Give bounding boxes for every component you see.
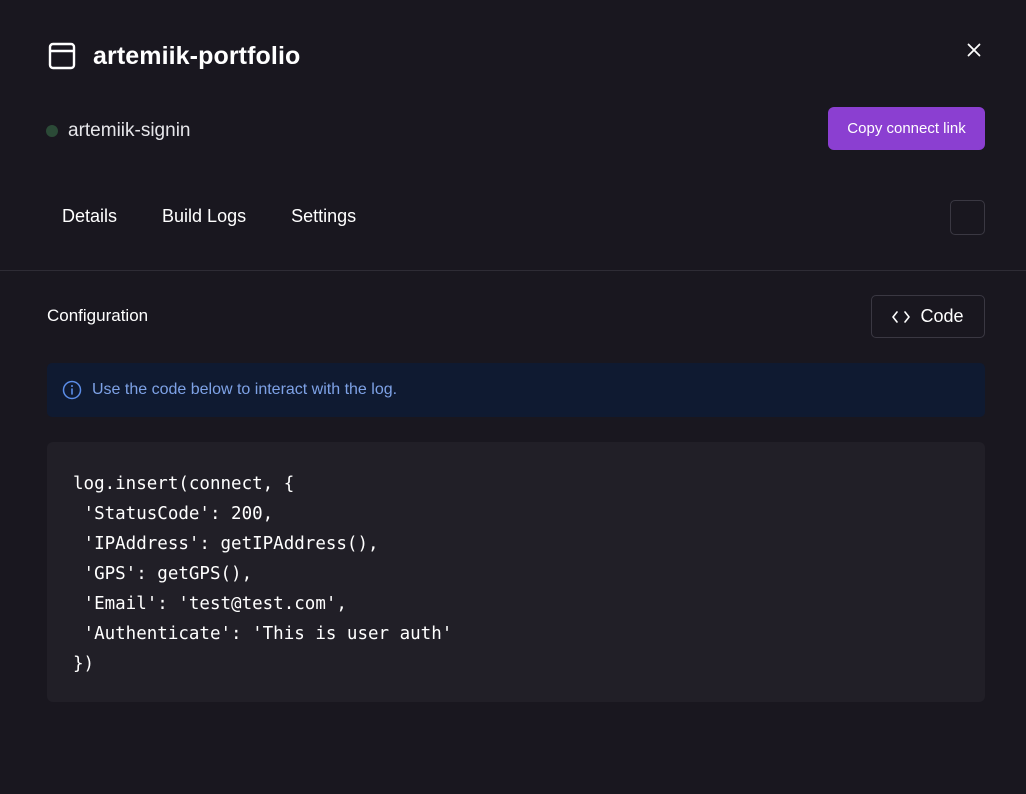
- info-text: Use the code below to interact with the …: [92, 381, 398, 398]
- code-line: }): [73, 654, 95, 674]
- code-line: 'GPS': getGPS(),: [73, 564, 253, 584]
- tab-build-logs[interactable]: Build Logs: [162, 206, 246, 227]
- divider: [0, 270, 1026, 271]
- copy-connect-link-button[interactable]: Copy connect link: [828, 107, 985, 150]
- code-line: 'Email': 'test@test.com',: [73, 594, 347, 614]
- code-view-button[interactable]: Code: [871, 295, 985, 338]
- section-title: Configuration: [47, 306, 149, 325]
- code-icon: [892, 310, 911, 323]
- info-icon: [62, 380, 82, 400]
- window-icon: [48, 41, 76, 71]
- close-icon: [967, 43, 981, 57]
- close-button[interactable]: [962, 38, 986, 62]
- tab-details[interactable]: Details: [62, 206, 117, 227]
- tab-bar: Details Build Logs Settings: [62, 206, 356, 227]
- code-line: 'Authenticate': 'This is user auth': [73, 624, 453, 644]
- panel-header: artemiik-portfolio: [48, 41, 300, 71]
- code-line: log.insert(connect, {: [73, 474, 295, 494]
- status-indicator: [46, 125, 58, 137]
- status-label: artemiik-signin: [68, 120, 191, 141]
- code-block: log.insert(connect, { 'StatusCode': 200,…: [47, 442, 985, 702]
- options-button[interactable]: [950, 200, 985, 235]
- page-title: artemiik-portfolio: [93, 41, 301, 70]
- code-line: 'IPAddress': getIPAddress(),: [73, 534, 379, 554]
- details-panel: artemiik-portfolio artemiik-signin Copy …: [0, 0, 1026, 794]
- code-line: 'StatusCode': 200,: [73, 504, 274, 524]
- code-button-label: Code: [920, 306, 964, 326]
- tab-settings[interactable]: Settings: [291, 206, 356, 227]
- status-row: artemiik-signin: [46, 120, 190, 142]
- info-banner: Use the code below to interact with the …: [47, 363, 985, 417]
